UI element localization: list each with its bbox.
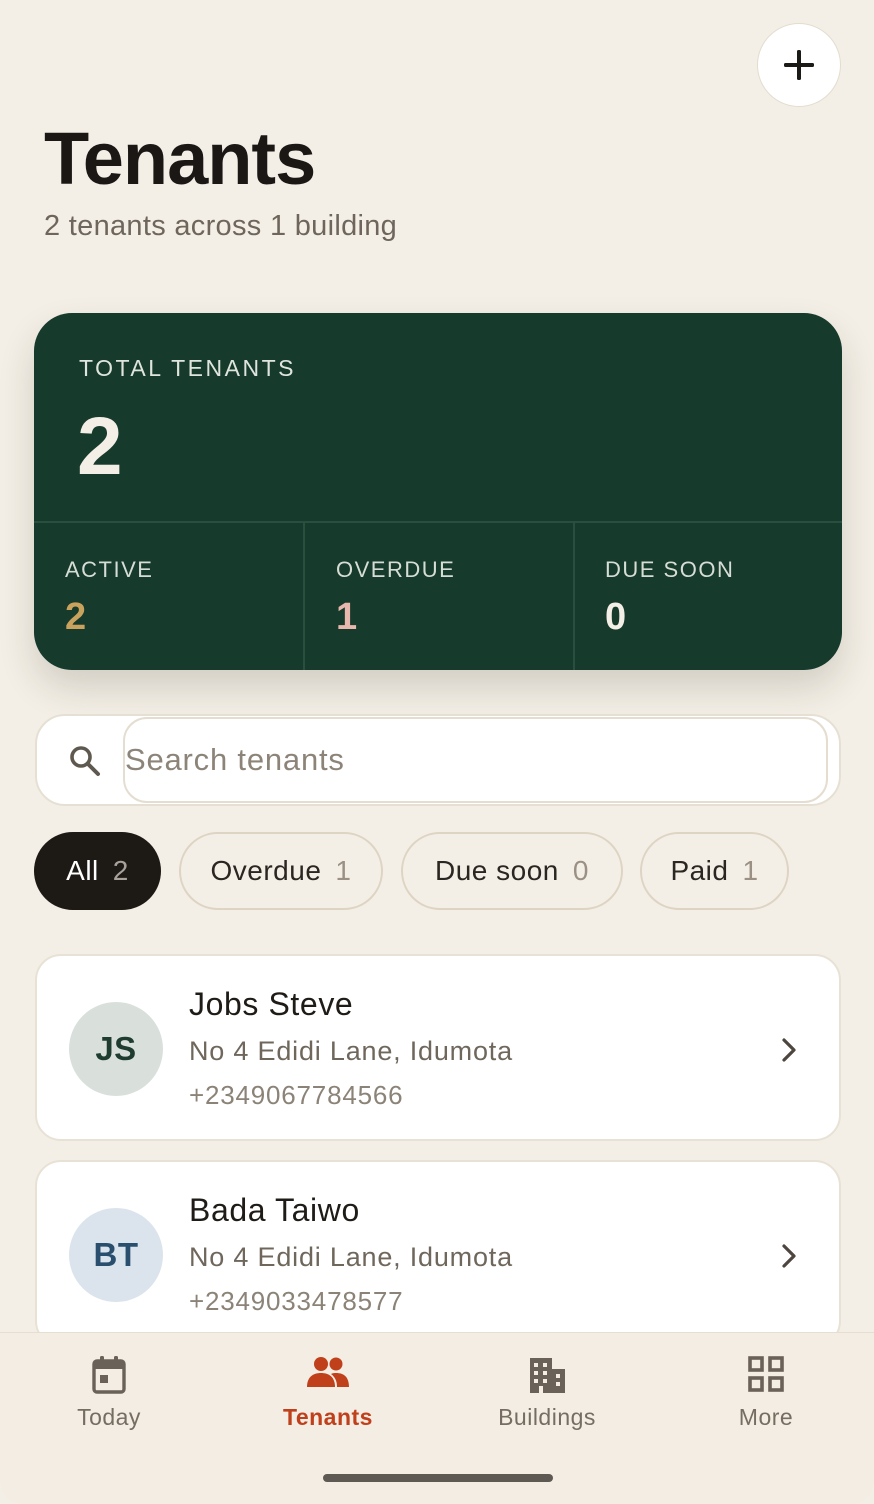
tenant-address: No 4 Edidi Lane, Idumota (189, 1036, 513, 1066)
chevron-right-icon (782, 1038, 796, 1062)
nav-label: Today (77, 1404, 141, 1430)
grid-icon (748, 1356, 784, 1392)
stat-overdue: OVERDUE 1 (305, 523, 573, 670)
tenant-phone: +2349067784566 (189, 1080, 404, 1110)
filter-chip-paid[interactable]: Paid 1 (640, 832, 789, 910)
stat-active: ACTIVE 2 (34, 523, 303, 670)
stat-active-value: 2 (65, 596, 87, 638)
filter-chip-all[interactable]: All 2 (34, 832, 161, 910)
home-indicator (323, 1474, 553, 1482)
avatar: BT (69, 1208, 163, 1302)
nav-item-today[interactable]: Today (0, 1333, 218, 1443)
search-bar (35, 714, 841, 806)
tenant-name: Jobs Steve (189, 986, 354, 1022)
filter-chip-count: 0 (572, 855, 589, 886)
stat-active-label: ACTIVE (65, 557, 154, 582)
filter-chip-overdue[interactable]: Overdue 1 (179, 832, 383, 910)
nav-label: Buildings (498, 1404, 596, 1430)
search-icon (70, 746, 100, 776)
filter-chip-label: Due soon (435, 855, 559, 886)
page-title: Tenants (44, 117, 316, 200)
stat-due-soon: DUE SOON 0 (575, 523, 842, 670)
calendar-icon (92, 1356, 126, 1394)
filter-chip-label: All (66, 855, 99, 886)
stat-overdue-label: OVERDUE (336, 557, 456, 582)
stat-overdue-value: 1 (336, 596, 358, 638)
filter-chip-count: 2 (112, 855, 129, 886)
nav-label: More (738, 1404, 794, 1430)
nav-item-buildings[interactable]: Buildings (438, 1333, 656, 1443)
page-subtitle: 2 tenants across 1 building (44, 210, 398, 242)
people-icon (307, 1357, 349, 1387)
stat-due-soon-value: 0 (605, 596, 627, 638)
nav-label: Tenants (283, 1404, 373, 1430)
filter-chip-label: Paid (670, 855, 729, 886)
tenant-address: No 4 Edidi Lane, Idumota (189, 1242, 513, 1272)
add-tenant-button[interactable] (757, 23, 841, 107)
tenants-screen: Tenants 2 tenants across 1 building TOTA… (0, 0, 874, 1504)
stat-due-soon-label: DUE SOON (605, 557, 735, 582)
filter-chip-count: 1 (335, 855, 352, 886)
tenant-card[interactable]: BT Bada Taiwo No 4 Edidi Lane, Idumota +… (35, 1160, 841, 1347)
summary-total-count: 2 (77, 401, 123, 492)
filter-chip-count: 1 (742, 855, 759, 886)
filter-chip-due-soon[interactable]: Due soon 0 (401, 832, 623, 910)
tenant-summary-card: TOTAL TENANTS 2 ACTIVE 2 OVERDUE 1 DUE S… (34, 313, 842, 670)
tenant-phone: +2349033478577 (189, 1286, 404, 1316)
building-icon (530, 1358, 565, 1393)
nav-item-tenants[interactable]: Tenants (219, 1333, 437, 1443)
plus-icon (784, 50, 814, 80)
tenant-name: Bada Taiwo (189, 1192, 360, 1228)
search-input[interactable] (123, 717, 828, 803)
nav-item-more[interactable]: More (657, 1333, 874, 1443)
filter-chip-label: Overdue (210, 855, 322, 886)
chevron-right-icon (782, 1244, 796, 1268)
tenant-card[interactable]: JS Jobs Steve No 4 Edidi Lane, Idumota +… (35, 954, 841, 1141)
avatar: JS (69, 1002, 163, 1096)
summary-label: TOTAL TENANTS (79, 355, 296, 381)
